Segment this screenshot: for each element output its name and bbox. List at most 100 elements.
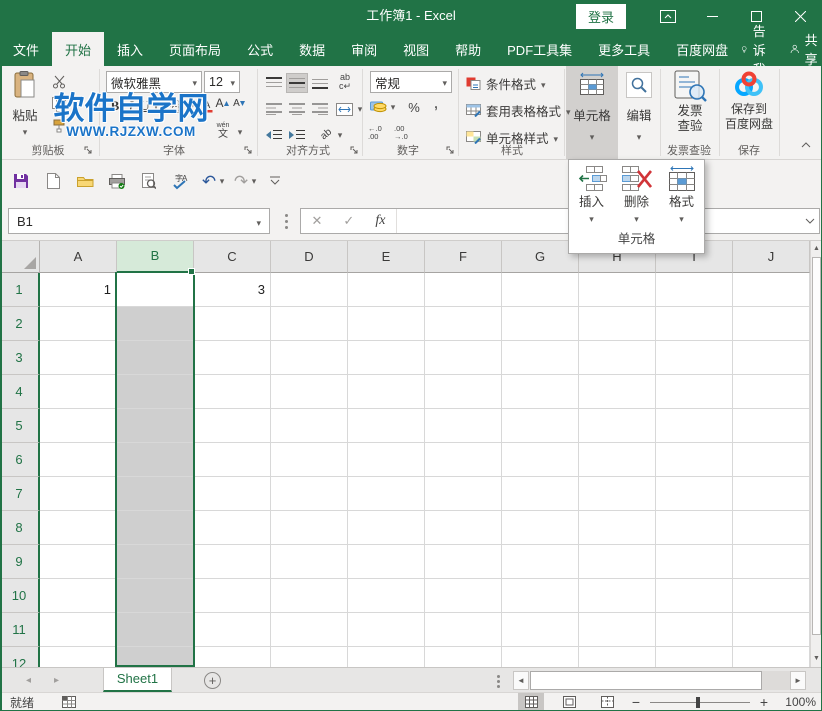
phonetic-dropdown-arrow[interactable] — [236, 126, 244, 138]
cell-B8[interactable] — [117, 511, 194, 545]
cell-G11[interactable] — [502, 613, 579, 647]
cell-F8[interactable] — [425, 511, 502, 545]
menu-item-delete[interactable]: 删除 — [617, 166, 657, 225]
cell-A11[interactable] — [40, 613, 117, 647]
cell-F4[interactable] — [425, 375, 502, 409]
wrap-text-button[interactable]: ab c↵ — [334, 72, 356, 92]
cell-B7[interactable] — [117, 477, 194, 511]
next-sheet-button[interactable]: ▸ — [54, 668, 59, 693]
row-header-12[interactable]: 12 — [0, 647, 40, 667]
horizontal-scrollbar[interactable] — [530, 671, 790, 690]
cell-D12[interactable] — [271, 647, 348, 667]
font-size-combo[interactable]: 12 — [204, 71, 240, 93]
cell-F2[interactable] — [425, 307, 502, 341]
row-header-1[interactable]: 1 — [0, 273, 40, 307]
cell-D2[interactable] — [271, 307, 348, 341]
align-right-button[interactable] — [310, 100, 330, 118]
tab-公式[interactable]: 公式 — [234, 32, 286, 66]
cell-I11[interactable] — [656, 613, 733, 647]
ribbon-display-options-button[interactable] — [646, 0, 690, 32]
cell-B2[interactable] — [117, 307, 194, 341]
underline-button[interactable]: U — [139, 97, 151, 115]
undo-dropdown-arrow[interactable] — [218, 176, 226, 186]
paste-button[interactable]: 粘贴 — [6, 71, 44, 151]
cell-B1[interactable] — [117, 273, 194, 307]
clipboard-dialog-launcher[interactable] — [84, 146, 94, 156]
print-preview-button[interactable] — [138, 171, 160, 191]
cell-A10[interactable] — [40, 579, 117, 613]
tab-页面布局[interactable]: 页面布局 — [156, 32, 234, 66]
redo-button[interactable]: ↷ — [230, 171, 252, 191]
cell-H11[interactable] — [579, 613, 656, 647]
new-sheet-button[interactable]: + — [204, 672, 221, 689]
align-top-button[interactable] — [264, 74, 284, 92]
align-left-button[interactable] — [264, 100, 284, 118]
cell-I9[interactable] — [656, 545, 733, 579]
cell-A9[interactable] — [40, 545, 117, 579]
cell-I5[interactable] — [656, 409, 733, 443]
column-header-F[interactable]: F — [425, 241, 502, 273]
cell-A5[interactable] — [40, 409, 117, 443]
cell-H5[interactable] — [579, 409, 656, 443]
cell-F11[interactable] — [425, 613, 502, 647]
cell-B5[interactable] — [117, 409, 194, 443]
fill-handle[interactable] — [188, 268, 195, 275]
cell-D5[interactable] — [271, 409, 348, 443]
row-header-6[interactable]: 6 — [0, 443, 40, 477]
cell-I6[interactable] — [656, 443, 733, 477]
cell-H1[interactable] — [579, 273, 656, 307]
zoom-slider-handle[interactable] — [696, 697, 700, 708]
close-button[interactable] — [778, 0, 822, 32]
cell-F5[interactable] — [425, 409, 502, 443]
cell-E10[interactable] — [348, 579, 425, 613]
cell-B11[interactable] — [117, 613, 194, 647]
cell-C8[interactable] — [194, 511, 271, 545]
cut-button[interactable] — [50, 73, 68, 91]
cell-D3[interactable] — [271, 341, 348, 375]
cell-D1[interactable] — [271, 273, 348, 307]
cell-E3[interactable] — [348, 341, 425, 375]
cell-E9[interactable] — [348, 545, 425, 579]
scrollbar-resize-handle[interactable] — [497, 675, 500, 678]
alignment-dialog-launcher[interactable] — [350, 146, 360, 156]
scroll-right-arrow[interactable]: ► — [790, 671, 806, 690]
tab-文件[interactable]: 文件 — [0, 32, 52, 66]
expand-formula-bar-icon[interactable] — [805, 218, 815, 224]
cell-A6[interactable] — [40, 443, 117, 477]
cell-H10[interactable] — [579, 579, 656, 613]
spelling-button[interactable]: 字A — [168, 171, 190, 191]
cell-C4[interactable] — [194, 375, 271, 409]
page-layout-view-button[interactable] — [556, 693, 582, 711]
cell-G4[interactable] — [502, 375, 579, 409]
tab-更多工具[interactable]: 更多工具 — [585, 32, 663, 66]
cell-F3[interactable] — [425, 341, 502, 375]
cell-F10[interactable] — [425, 579, 502, 613]
zoom-in-button[interactable]: + — [758, 694, 770, 710]
cell-A8[interactable] — [40, 511, 117, 545]
page-break-view-button[interactable] — [594, 693, 620, 711]
horizontal-scroll-thumb[interactable] — [530, 671, 762, 690]
cell-I10[interactable] — [656, 579, 733, 613]
align-center-button[interactable] — [287, 100, 307, 118]
new-file-button[interactable] — [42, 171, 64, 191]
font-color-button[interactable]: A — [200, 97, 214, 115]
collapse-ribbon-button[interactable] — [798, 138, 814, 152]
cell-C3[interactable] — [194, 341, 271, 375]
invoice-check-button[interactable]: 发票 查验 — [662, 70, 718, 146]
tab-数据[interactable]: 数据 — [286, 32, 338, 66]
cell-B9[interactable] — [117, 545, 194, 579]
cell-D8[interactable] — [271, 511, 348, 545]
undo-button[interactable]: ↶ — [198, 171, 220, 191]
cell-B12[interactable] — [117, 647, 194, 667]
scroll-left-arrow[interactable]: ◄ — [513, 671, 529, 690]
cell-J12[interactable] — [733, 647, 810, 667]
cell-J2[interactable] — [733, 307, 810, 341]
cell-G5[interactable] — [502, 409, 579, 443]
cell-B4[interactable] — [117, 375, 194, 409]
row-header-4[interactable]: 4 — [0, 375, 40, 409]
column-header-C[interactable]: C — [194, 241, 271, 273]
cell-A7[interactable] — [40, 477, 117, 511]
tab-开始[interactable]: 开始 — [52, 32, 104, 66]
cell-J1[interactable] — [733, 273, 810, 307]
menu-item-insert[interactable]: 插入 — [572, 166, 612, 225]
